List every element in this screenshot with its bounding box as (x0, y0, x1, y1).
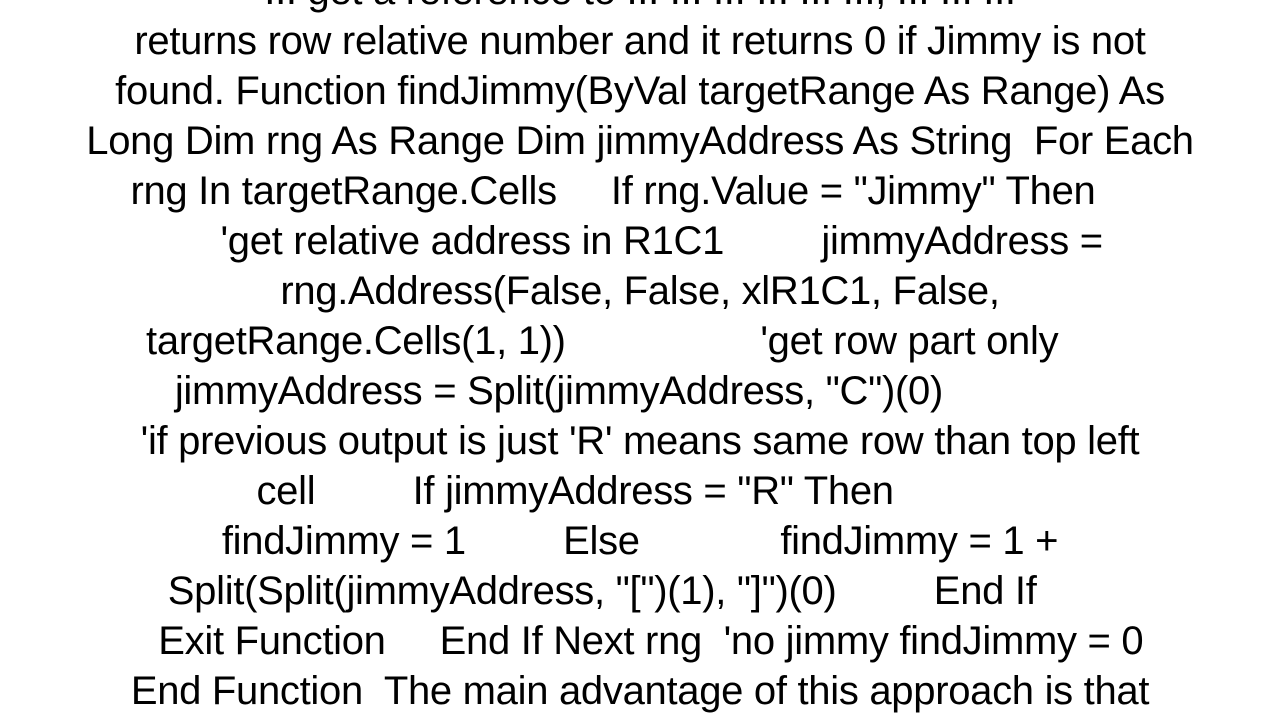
document-body-text: ... get a reference to ... ... ... ... .… (20, 0, 1260, 720)
document-page: ... get a reference to ... ... ... ... .… (0, 0, 1280, 720)
